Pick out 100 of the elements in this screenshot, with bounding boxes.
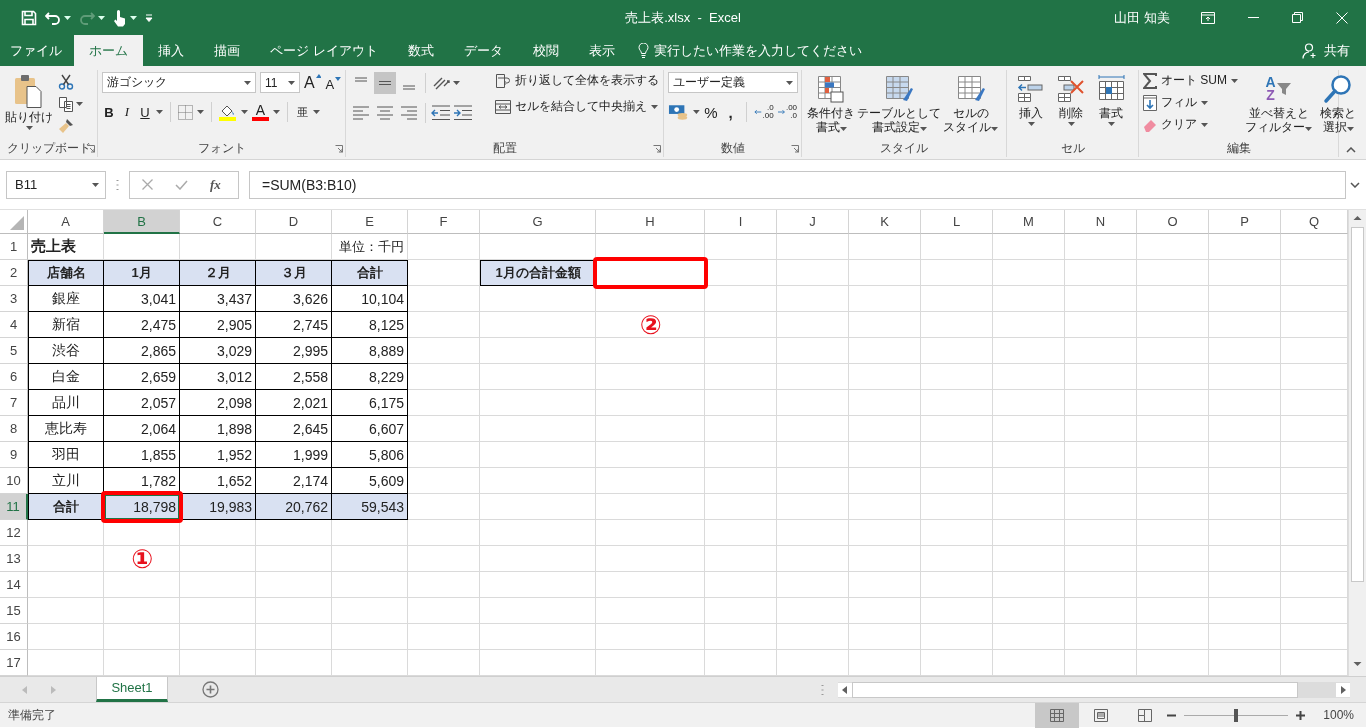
fill-color-icon[interactable] (219, 103, 237, 121)
column-header[interactable]: O (1137, 210, 1209, 234)
percent-button[interactable]: % (703, 103, 718, 121)
empty-cell[interactable] (921, 364, 993, 390)
empty-cell[interactable] (256, 624, 332, 650)
empty-cell[interactable] (480, 364, 596, 390)
table-cell[interactable]: 6,607 (332, 416, 408, 442)
empty-cell[interactable] (777, 520, 849, 546)
empty-cell[interactable] (596, 364, 705, 390)
empty-cell[interactable] (993, 624, 1065, 650)
empty-cell[interactable] (1209, 260, 1281, 286)
empty-cell[interactable] (1137, 442, 1209, 468)
table-cell[interactable]: 8,229 (332, 364, 408, 390)
empty-cell[interactable] (921, 546, 993, 572)
empty-cell[interactable] (408, 364, 480, 390)
column-header[interactable]: D (256, 210, 332, 234)
normal-view-icon[interactable] (1035, 702, 1080, 728)
ribbon-tab[interactable]: ホーム (74, 35, 143, 66)
increase-decimal-button[interactable]: .0 .00 (754, 104, 774, 120)
ribbon-tab[interactable]: 校閲 (517, 35, 574, 66)
table-cell[interactable]: 2,021 (256, 390, 332, 416)
empty-cell[interactable] (993, 494, 1065, 520)
empty-cell[interactable] (705, 598, 777, 624)
empty-cell[interactable] (596, 442, 705, 468)
table-cell[interactable]: 恵比寿 (28, 416, 104, 442)
insert-button[interactable]: 挿入 (1011, 72, 1051, 128)
column-header[interactable]: M (993, 210, 1065, 234)
header-cell[interactable]: ２月 (180, 260, 256, 286)
column-header[interactable]: A (28, 210, 104, 234)
empty-cell[interactable] (1065, 338, 1137, 364)
empty-cell[interactable] (1209, 442, 1281, 468)
empty-cell[interactable] (596, 338, 705, 364)
table-cell[interactable]: 2,558 (256, 364, 332, 390)
table-cell[interactable]: 2,659 (104, 364, 180, 390)
conditional-formatting-button[interactable]: 条件付き 書式 (806, 72, 856, 136)
empty-cell[interactable] (1209, 546, 1281, 572)
name-box[interactable]: B11 (6, 170, 106, 199)
table-cell[interactable]: 2,865 (104, 338, 180, 364)
empty-cell[interactable] (777, 338, 849, 364)
empty-cell[interactable] (777, 468, 849, 494)
table-cell[interactable]: 1,952 (180, 442, 256, 468)
empty-cell[interactable] (480, 494, 596, 520)
table-cell[interactable]: 20,762 (256, 494, 332, 520)
decrease-indent-icon[interactable] (431, 105, 451, 121)
lookup-label[interactable]: 1月の合計金額 (480, 260, 596, 286)
empty-cell[interactable] (777, 260, 849, 286)
empty-cell[interactable] (1137, 624, 1209, 650)
insert-function-button[interactable]: fx (210, 176, 221, 193)
empty-cell[interactable] (921, 338, 993, 364)
empty-cell[interactable] (1209, 520, 1281, 546)
empty-cell[interactable] (1209, 572, 1281, 598)
table-cell[interactable]: 5,806 (332, 442, 408, 468)
empty-cell[interactable] (480, 286, 596, 312)
caret-icon[interactable] (130, 15, 137, 20)
hand-pointer-icon[interactable] (113, 8, 127, 27)
empty-cell[interactable] (332, 546, 408, 572)
empty-cell[interactable] (1209, 416, 1281, 442)
empty-cell[interactable] (1137, 572, 1209, 598)
format-as-table-button[interactable]: テーブルとして 書式設定 (856, 72, 942, 136)
empty-cell[interactable] (993, 234, 1065, 260)
empty-cell[interactable] (705, 416, 777, 442)
cell-styles-button[interactable]: セルの スタイル (942, 72, 999, 136)
empty-cell[interactable] (1137, 260, 1209, 286)
empty-cell[interactable] (921, 572, 993, 598)
table-cell[interactable]: 3,029 (180, 338, 256, 364)
row-header[interactable]: 13 (0, 546, 28, 572)
merge-center-button[interactable]: セルを結合して中央揃え (495, 98, 659, 115)
table-cell[interactable]: 渋谷 (28, 338, 104, 364)
empty-cell[interactable] (1065, 520, 1137, 546)
table-cell[interactable]: 2,064 (104, 416, 180, 442)
column-header[interactable]: G (480, 210, 596, 234)
empty-cell[interactable] (28, 572, 104, 598)
empty-cell[interactable] (596, 624, 705, 650)
font-size-dropdown[interactable]: 11 (260, 72, 300, 93)
ribbon-tab[interactable]: データ (448, 35, 518, 66)
empty-cell[interactable] (921, 624, 993, 650)
checkmark-icon[interactable] (175, 179, 188, 190)
empty-cell[interactable] (1065, 234, 1137, 260)
column-header[interactable]: N (1065, 210, 1137, 234)
empty-cell[interactable] (921, 234, 993, 260)
empty-cell[interactable] (180, 520, 256, 546)
empty-cell[interactable] (596, 572, 705, 598)
header-cell[interactable]: ３月 (256, 260, 332, 286)
table-cell[interactable]: 1,782 (104, 468, 180, 494)
table-cell[interactable]: 2,905 (180, 312, 256, 338)
autosum-button[interactable]: オート SUM (1143, 72, 1238, 89)
empty-cell[interactable] (1065, 546, 1137, 572)
empty-cell[interactable] (1137, 546, 1209, 572)
column-header[interactable]: B (104, 210, 180, 234)
empty-cell[interactable] (705, 390, 777, 416)
empty-cell[interactable] (1065, 416, 1137, 442)
empty-cell[interactable] (993, 312, 1065, 338)
empty-cell[interactable] (849, 390, 921, 416)
save-icon[interactable] (21, 9, 37, 26)
empty-cell[interactable] (993, 442, 1065, 468)
empty-cell[interactable] (705, 624, 777, 650)
row-header[interactable]: 7 (0, 390, 28, 416)
empty-cell[interactable] (104, 546, 180, 572)
expand-caret-icon[interactable] (1350, 181, 1360, 188)
empty-cell[interactable] (1137, 312, 1209, 338)
